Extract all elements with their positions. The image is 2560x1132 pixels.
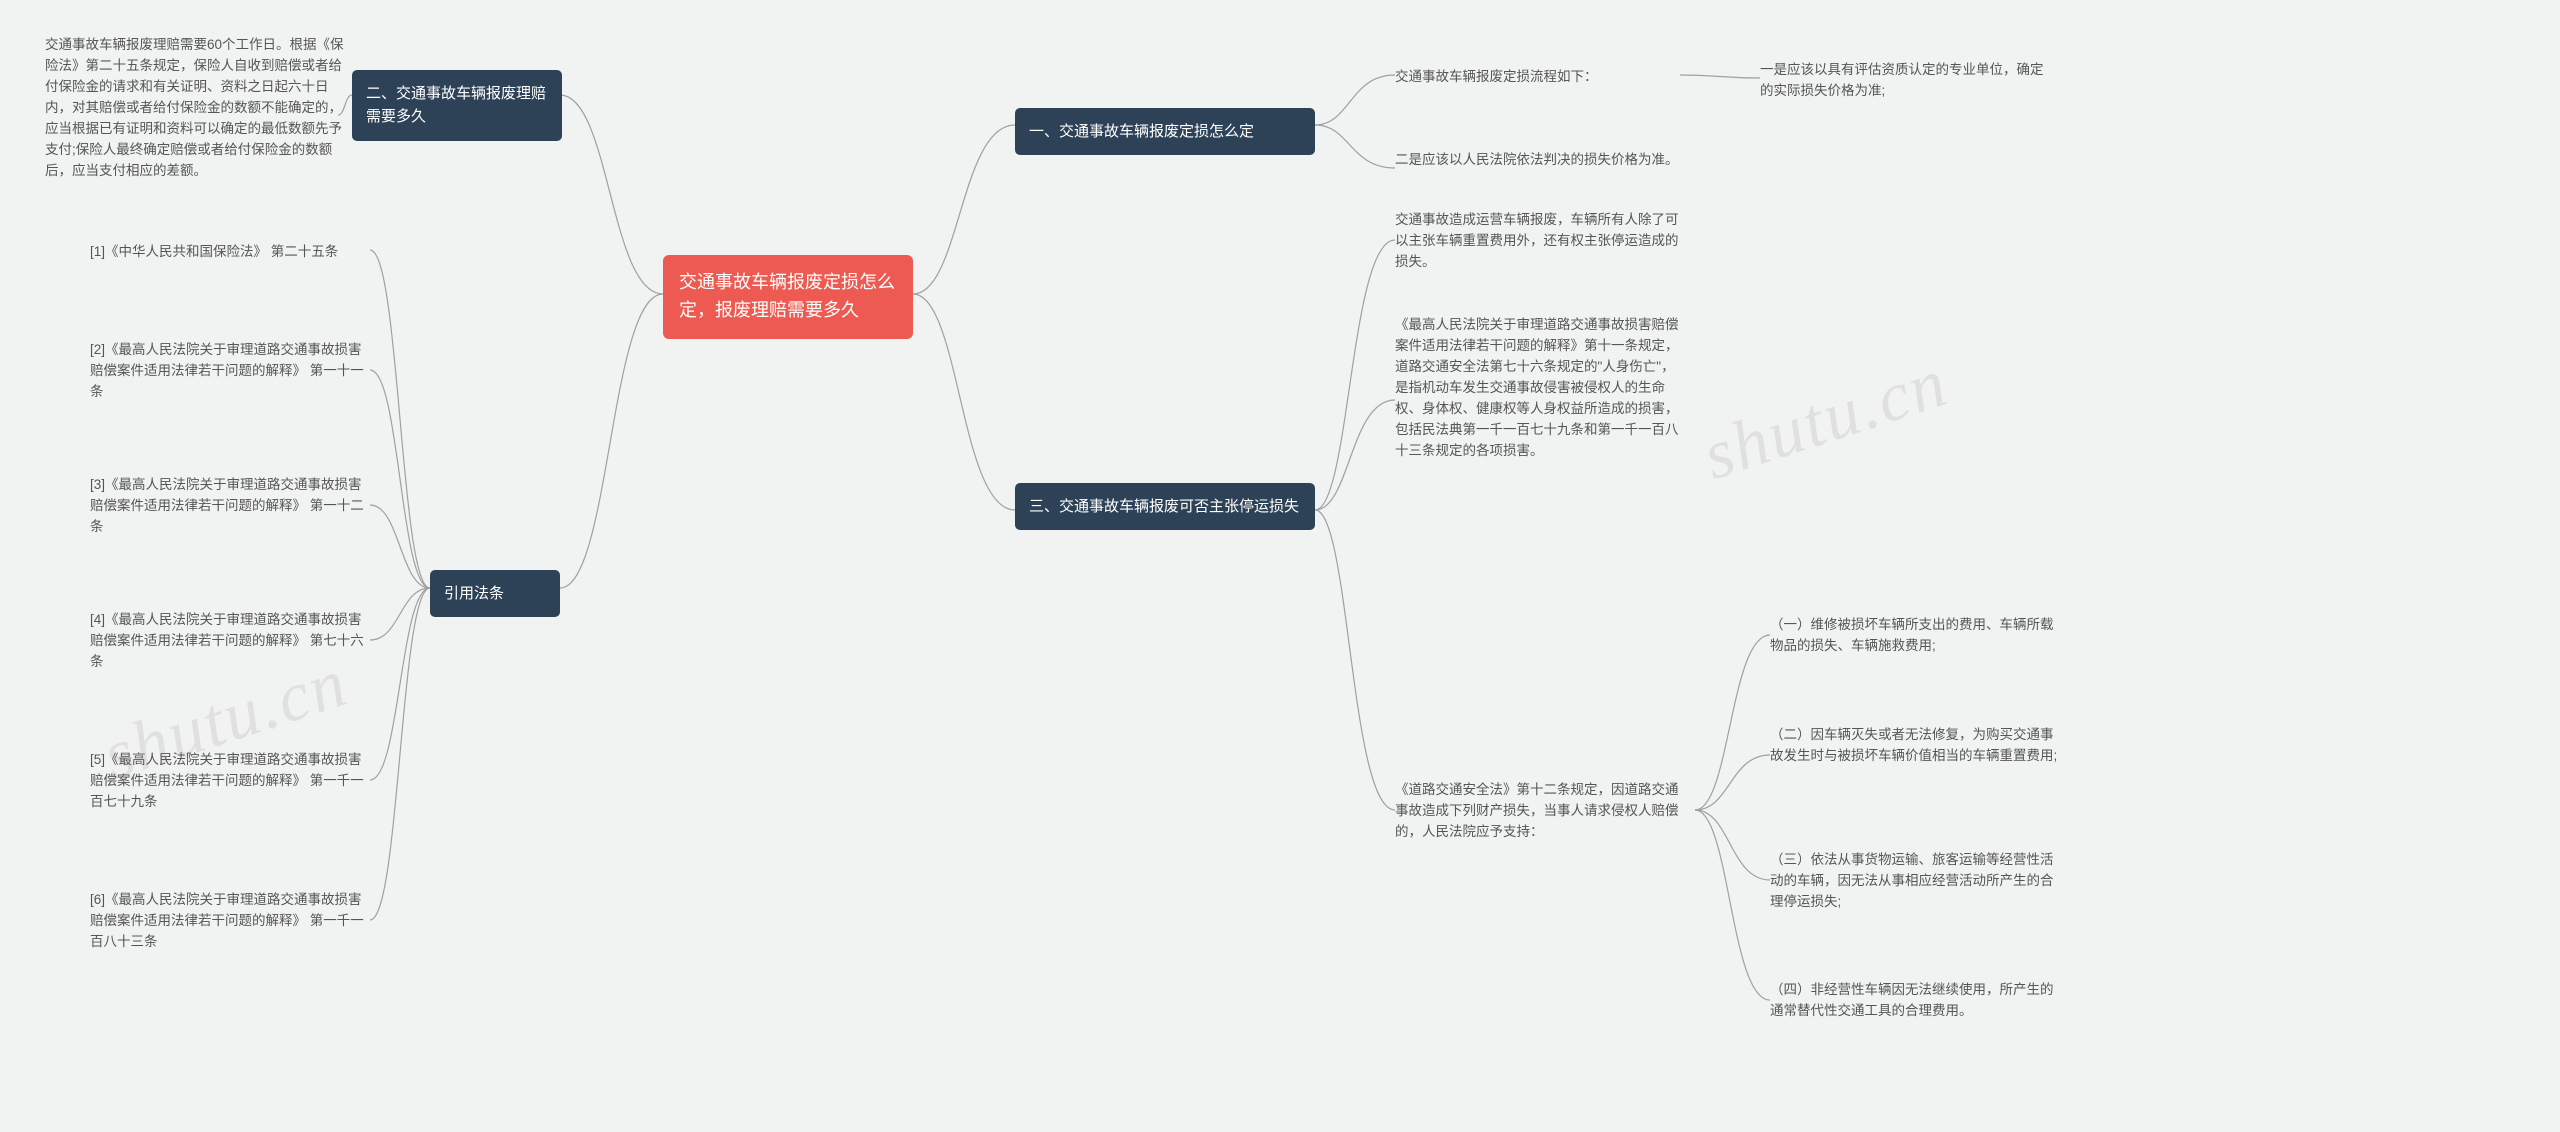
section-2-body: 交通事故车辆报废理赔需要60个工作日。根据《保险法》第二十五条规定，保险人自收到… [45, 35, 345, 181]
mindmap-canvas: shutu.cn shutu.cn [0, 0, 2560, 1132]
connector-lines [0, 0, 2560, 1132]
root-node[interactable]: 交通事故车辆报废定损怎么定，报废理赔需要多久 [663, 255, 913, 339]
section-3-sub-b: （二）因车辆灭失或者无法修复，为购买交通事故发生时与被损坏车辆价值相当的车辆重置… [1770, 725, 2060, 767]
section-1-item-2: 二是应该以人民法院依法判决的损失价格为准。 [1395, 150, 1685, 171]
ref-4: [4]《最高人民法院关于审理道路交通事故损害赔偿案件适用法律若干问题的解释》 第… [90, 610, 370, 673]
ref-3: [3]《最高人民法院关于审理道路交通事故损害赔偿案件适用法律若干问题的解释》 第… [90, 475, 370, 538]
section-2-node[interactable]: 二、交通事故车辆报废理赔需要多久 [352, 70, 562, 141]
section-1-item-1: 一是应该以具有评估资质认定的专业单位，确定的实际损失价格为准; [1760, 60, 2050, 102]
section-3-sub-d: （四）非经营性车辆因无法继续使用，所产生的通常替代性交通工具的合理费用。 [1770, 980, 2060, 1022]
section-3-node[interactable]: 三、交通事故车辆报废可否主张停运损失 [1015, 483, 1315, 530]
section-3-p1: 交通事故造成运营车辆报废，车辆所有人除了可以主张车辆重置费用外，还有权主张停运造… [1395, 210, 1685, 273]
section-3-p2: 《最高人民法院关于审理道路交通事故损害赔偿案件适用法律若干问题的解释》第十一条规… [1395, 315, 1685, 461]
section-3-sub-c: （三）依法从事货物运输、旅客运输等经营性活动的车辆，因无法从事相应经营活动所产生… [1770, 850, 2060, 913]
section-1-intro: 交通事故车辆报废定损流程如下： [1395, 67, 1675, 88]
section-1-node[interactable]: 一、交通事故车辆报废定损怎么定 [1015, 108, 1315, 155]
ref-6: [6]《最高人民法院关于审理道路交通事故损害赔偿案件适用法律若干问题的解释》 第… [90, 890, 370, 953]
refs-node[interactable]: 引用法条 [430, 570, 560, 617]
watermark-icon: shutu.cn [1694, 343, 1958, 497]
ref-5: [5]《最高人民法院关于审理道路交通事故损害赔偿案件适用法律若干问题的解释》 第… [90, 750, 370, 813]
ref-1: [1]《中华人民共和国保险法》 第二十五条 [90, 242, 370, 263]
ref-2: [2]《最高人民法院关于审理道路交通事故损害赔偿案件适用法律若干问题的解释》 第… [90, 340, 370, 403]
section-3-p3: 《道路交通安全法》第十二条规定，因道路交通事故造成下列财产损失，当事人请求侵权人… [1395, 780, 1685, 843]
section-3-sub-a: （一）维修被损坏车辆所支出的费用、车辆所载物品的损失、车辆施救费用; [1770, 615, 2060, 657]
